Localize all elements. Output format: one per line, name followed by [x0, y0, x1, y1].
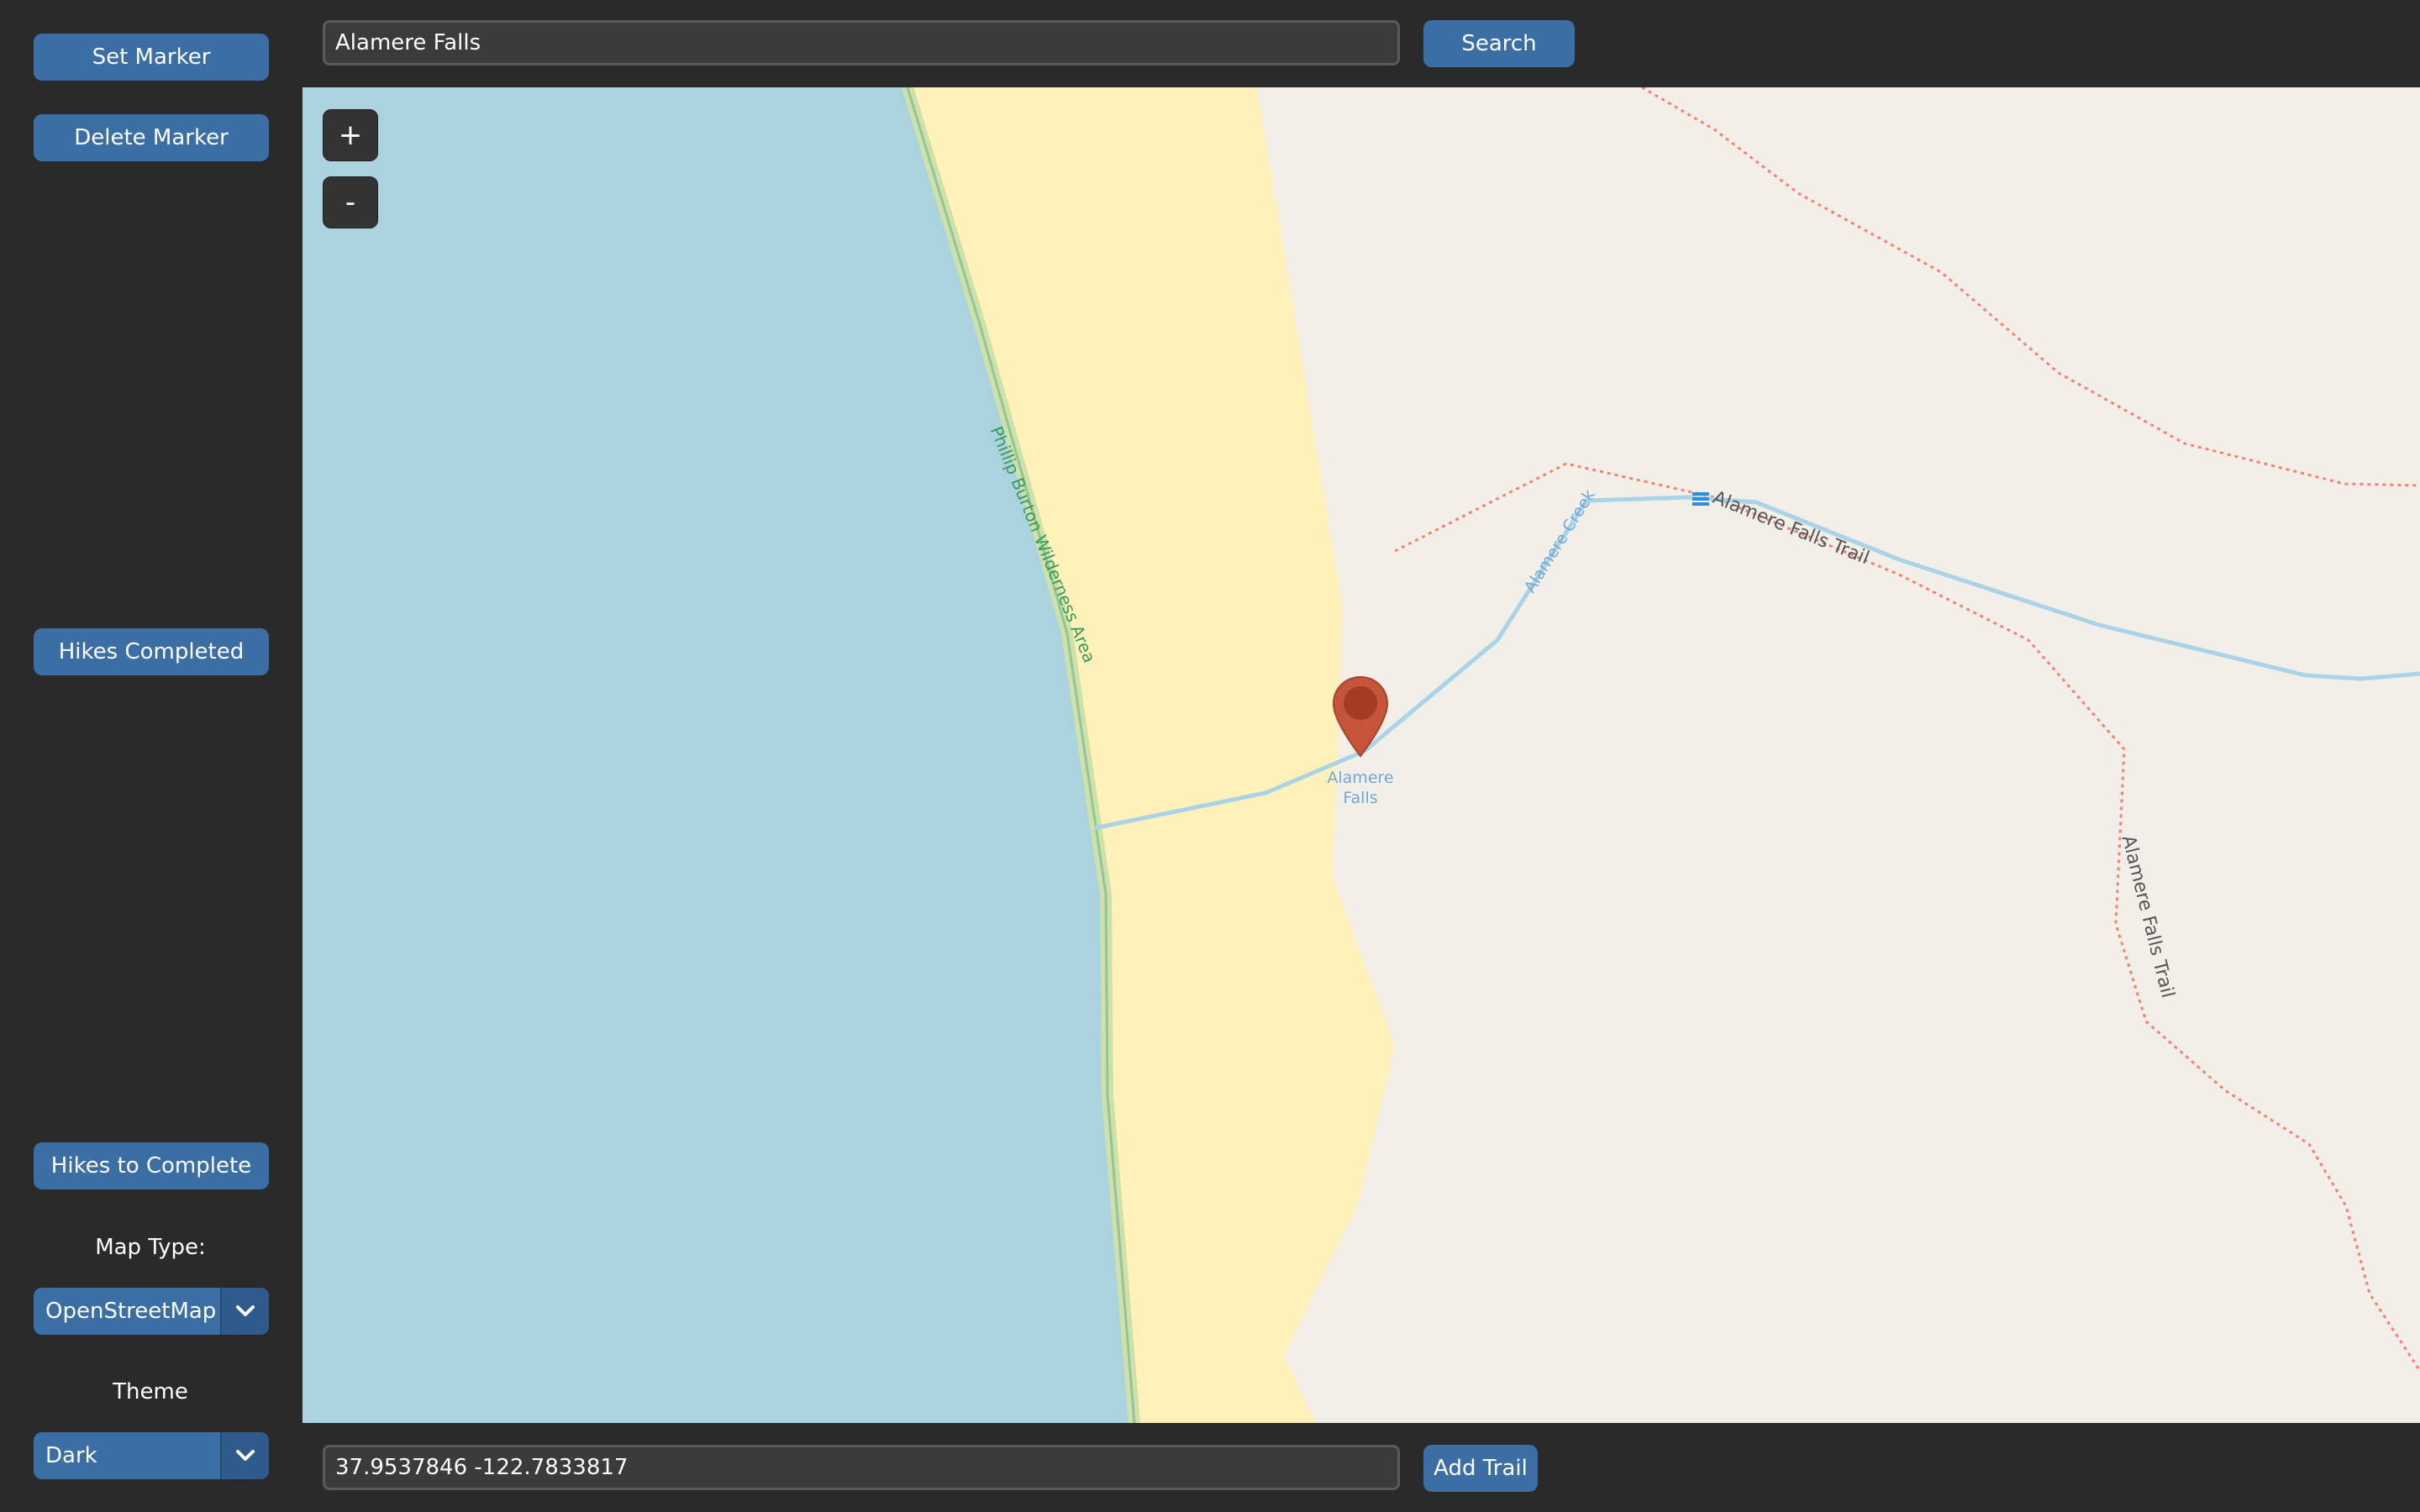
map-type-select[interactable]: OpenStreetMap [34, 1288, 269, 1335]
chevron-down-icon[interactable] [220, 1288, 269, 1335]
marker-label: Alamere Falls [1310, 768, 1411, 808]
map-pin-icon [1332, 675, 1389, 758]
theme-label: Theme [113, 1379, 188, 1404]
app-window: Set Marker Delete Marker Hikes Completed… [0, 0, 2420, 1512]
footpath-north [1641, 87, 2420, 487]
delete-marker-button[interactable]: Delete Marker [34, 114, 269, 161]
search-button[interactable]: Search [1423, 20, 1575, 67]
map-type-label: Map Type: [95, 1235, 206, 1260]
theme-select[interactable]: Dark [34, 1432, 269, 1479]
coordinates-input[interactable] [323, 1445, 1400, 1490]
marker-label-line1: Alamere [1327, 769, 1394, 787]
sidebar: Set Marker Delete Marker Hikes Completed… [0, 0, 301, 1512]
zoom-out-button[interactable]: - [323, 176, 378, 228]
chevron-down-icon[interactable] [220, 1432, 269, 1479]
map-type-value: OpenStreetMap [45, 1299, 217, 1324]
location-marker[interactable] [1331, 675, 1390, 759]
footpath-trail [1394, 462, 2420, 1372]
waterfall-icon [1692, 492, 1709, 506]
hikes-completed-button[interactable]: Hikes Completed [34, 628, 269, 675]
marker-label-line2: Falls [1343, 789, 1378, 807]
add-trail-button[interactable]: Add Trail [1423, 1445, 1538, 1492]
map-view[interactable]: Phillip Burton Wilderness Area Alamere C… [302, 87, 2420, 1423]
theme-value: Dark [45, 1443, 97, 1468]
zoom-in-button[interactable]: + [323, 109, 378, 161]
set-marker-button[interactable]: Set Marker [34, 34, 269, 81]
search-input[interactable] [323, 20, 1400, 66]
hikes-to-complete-button[interactable]: Hikes to Complete [34, 1142, 269, 1189]
